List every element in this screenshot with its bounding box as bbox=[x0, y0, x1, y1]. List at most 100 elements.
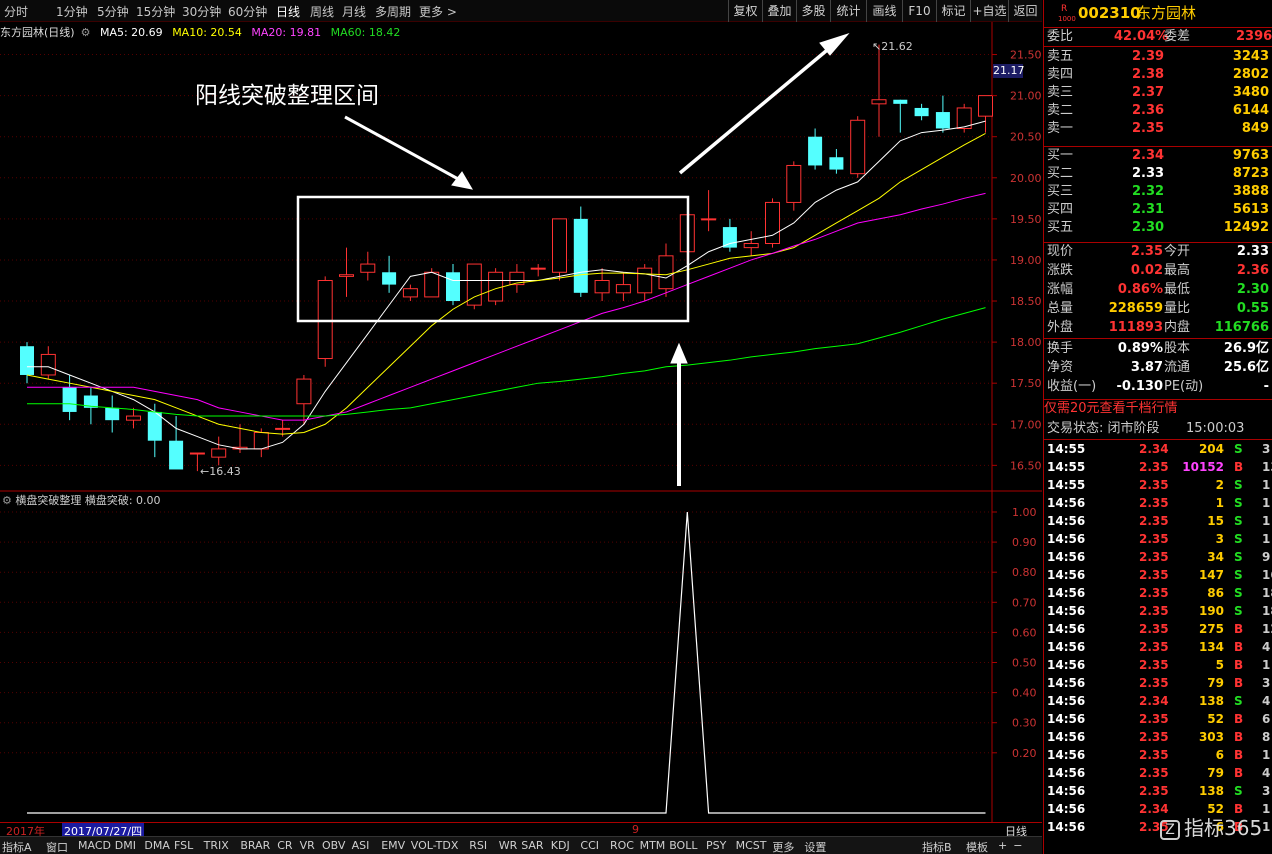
tab-weekly[interactable]: 周线 bbox=[310, 3, 334, 20]
back-button[interactable]: 返回 bbox=[1008, 0, 1042, 22]
indicator-tab-2[interactable]: MACD bbox=[78, 839, 111, 852]
indicator-tab-19[interactable]: ROC bbox=[610, 839, 634, 852]
high-label: ↖21.62 bbox=[872, 40, 913, 53]
candle-body bbox=[466, 263, 482, 306]
stat-value-2: 2.33 bbox=[1236, 244, 1269, 259]
indicator-tab-13[interactable]: VOL-TDX bbox=[411, 839, 459, 852]
tab-5min[interactable]: 5分钟 bbox=[97, 3, 129, 20]
candle-body bbox=[893, 99, 908, 104]
tick-time: 14:56 bbox=[1047, 784, 1086, 798]
tick-count: 4 bbox=[1262, 694, 1271, 708]
stat-value: 228659 bbox=[1108, 301, 1163, 316]
candle-body bbox=[105, 407, 120, 421]
indicator-tab-6[interactable]: TRIX bbox=[204, 839, 229, 852]
indicator-tab-28[interactable]: + bbox=[998, 839, 1007, 852]
indicator-settings-icon[interactable]: ⚙ bbox=[2, 494, 15, 507]
tab-daily[interactable]: 日线 bbox=[276, 3, 300, 20]
candle bbox=[808, 128, 823, 170]
indicator-tab-1[interactable]: 窗口 bbox=[46, 839, 68, 854]
price-tick: 18.00 bbox=[1010, 336, 1042, 349]
stat-value-2: 0.55 bbox=[1236, 301, 1269, 316]
tab-fenshi[interactable]: 分时 bbox=[4, 3, 28, 20]
indicator-tab-7[interactable]: BRAR bbox=[240, 839, 270, 852]
indicator-tab-14[interactable]: RSI bbox=[469, 839, 487, 852]
indicator-tab-0[interactable]: 指标A bbox=[2, 839, 32, 854]
tab-1min[interactable]: 1分钟 bbox=[56, 3, 88, 20]
candle bbox=[893, 99, 908, 133]
indicator-tab-20[interactable]: MTM bbox=[640, 839, 666, 852]
high-value: 21.62 bbox=[881, 40, 913, 53]
indicator-tab-29[interactable]: − bbox=[1013, 839, 1022, 852]
tab-60min[interactable]: 60分钟 bbox=[228, 3, 267, 20]
tick-count: 16 bbox=[1262, 568, 1272, 582]
indicator-tab-24[interactable]: 更多 bbox=[772, 839, 794, 854]
candle bbox=[402, 284, 418, 302]
stat-label-2: 最低 bbox=[1164, 282, 1191, 297]
indicator-tab-27[interactable]: 模板 bbox=[966, 839, 988, 854]
indicator-tab-15[interactable]: WR bbox=[499, 839, 518, 852]
candle-body bbox=[20, 346, 34, 375]
overlay-button[interactable]: 叠加 bbox=[762, 0, 796, 22]
indicator-tab-16[interactable]: SAR bbox=[521, 839, 543, 852]
order-volume: 3243 bbox=[1232, 49, 1269, 64]
indicator-tab-8[interactable]: CR bbox=[277, 839, 292, 852]
indicator-tab-4[interactable]: DMA bbox=[144, 839, 170, 852]
indicator-tab-11[interactable]: ASI bbox=[352, 839, 370, 852]
add-watchlist-button[interactable]: +自选 bbox=[970, 0, 1008, 22]
tick-time: 14:56 bbox=[1047, 496, 1086, 510]
adjust-button[interactable]: 复权 bbox=[728, 0, 762, 22]
indicator-tab-23[interactable]: MCST bbox=[736, 839, 767, 852]
multi-stock-button[interactable]: 多股 bbox=[796, 0, 830, 22]
tab-monthly[interactable]: 月线 bbox=[342, 3, 366, 20]
tab-30min[interactable]: 30分钟 bbox=[182, 3, 221, 20]
order-label: 买四 bbox=[1047, 202, 1074, 217]
f10-button[interactable]: F10 bbox=[902, 0, 936, 22]
period-toolbar: 分时 1分钟 5分钟 15分钟 30分钟 60分钟 日线 周线 月线 多周期 更… bbox=[0, 0, 1042, 22]
indicator-tab-12[interactable]: EMV bbox=[381, 839, 405, 852]
indicator-tab-3[interactable]: DMI bbox=[115, 839, 136, 852]
indicator-tab-25[interactable]: 设置 bbox=[804, 839, 826, 854]
candles bbox=[20, 44, 993, 472]
price-tick: 18.50 bbox=[1010, 295, 1042, 308]
order-volume: 3888 bbox=[1232, 184, 1269, 199]
order-volume: 12492 bbox=[1223, 220, 1269, 235]
indicator-tab-21[interactable]: BOLL bbox=[669, 839, 697, 852]
settings-icon[interactable]: ⚙ bbox=[81, 26, 91, 39]
tick-side: S bbox=[1234, 532, 1243, 546]
candle bbox=[105, 395, 120, 433]
tick-price: 2.35 bbox=[1139, 496, 1169, 510]
draw-line-button[interactable]: 画线 bbox=[866, 0, 902, 22]
month-label: 9 bbox=[632, 823, 639, 836]
indicator-tab-17[interactable]: KDJ bbox=[551, 839, 570, 852]
indicator-tab-22[interactable]: PSY bbox=[706, 839, 726, 852]
kline-chart[interactable]: 21.50 21.00 20.50 20.00 19.50 19.00 18.50 18.00… bbox=[0, 22, 1042, 822]
candle bbox=[40, 346, 56, 380]
tick-time: 14:56 bbox=[1047, 514, 1086, 528]
stats-button[interactable]: 统计 bbox=[830, 0, 866, 22]
tick-time: 14:55 bbox=[1047, 460, 1086, 474]
price-tick: 17.00 bbox=[1010, 418, 1042, 431]
buy-row: 买一 2.34 9763 bbox=[1044, 147, 1272, 165]
promo-link[interactable]: 仅需20元查看千档行情 bbox=[1044, 400, 1272, 418]
order-price: 2.31 bbox=[1132, 202, 1165, 217]
sell-row: 卖三 2.37 3480 bbox=[1044, 84, 1272, 102]
stat-row: 总量 228659 量比 0.55 bbox=[1044, 300, 1272, 318]
indicator-tab-26[interactable]: 指标B bbox=[922, 839, 952, 854]
indicator-tab-18[interactable]: CCI bbox=[580, 839, 599, 852]
tab-15min[interactable]: 15分钟 bbox=[136, 3, 175, 20]
indicator-tab-5[interactable]: FSL bbox=[174, 839, 193, 852]
mark-button[interactable]: 标记 bbox=[936, 0, 970, 22]
tab-more[interactable]: 更多 > bbox=[419, 3, 457, 20]
order-price: 2.30 bbox=[1132, 220, 1165, 235]
price-tick: 20.00 bbox=[1010, 172, 1042, 185]
candle bbox=[20, 342, 34, 384]
tick-side: S bbox=[1234, 568, 1243, 582]
indicator-tab-9[interactable]: VR bbox=[300, 839, 315, 852]
order-volume: 5613 bbox=[1232, 202, 1269, 217]
stat-label-2: 最高 bbox=[1164, 263, 1191, 278]
price-axis: 21.50 21.00 20.50 20.00 19.50 19.00 18.50 18.00… bbox=[992, 49, 1042, 760]
order-volume: 3480 bbox=[1232, 85, 1269, 100]
indicator-tab-10[interactable]: OBV bbox=[322, 839, 345, 852]
stat-value-2: 26.9亿 bbox=[1223, 341, 1269, 356]
tab-multi-period[interactable]: 多周期 bbox=[375, 3, 411, 20]
